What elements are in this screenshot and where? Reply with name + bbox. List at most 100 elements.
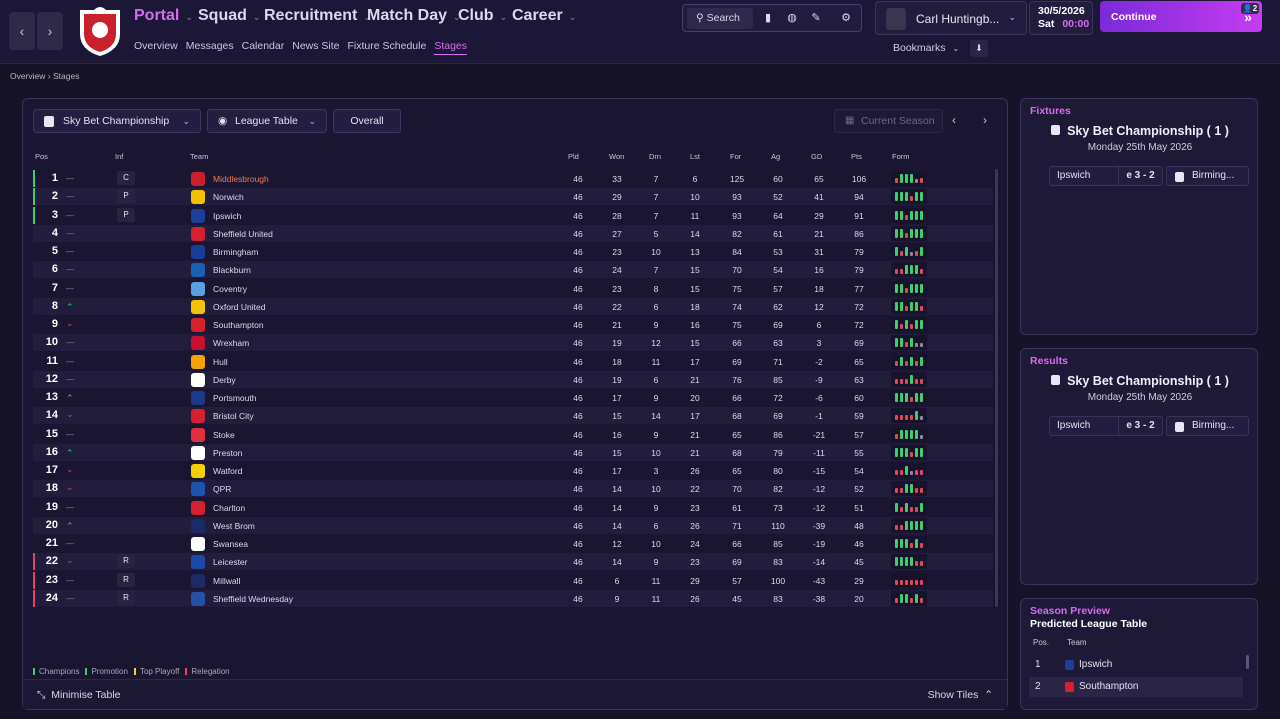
table-row[interactable]: 11 — Hull 46 18 11 17 69 71 -2 65 — [33, 353, 993, 370]
subnav-stages[interactable]: Stages — [434, 40, 468, 55]
preview-scrollbar[interactable] — [1246, 655, 1249, 669]
preview-row[interactable]: 2 Southampton — [1029, 677, 1243, 697]
nav-club[interactable]: Club ⌄ — [458, 7, 507, 25]
table-row[interactable]: 24 — R Sheffield Wednesday 46 9 11 26 45 83 -38 20 — [33, 589, 993, 607]
nav-recruitment[interactable]: Recruitment ⌄ — [264, 7, 371, 25]
minimise-table-button[interactable]: ⤡ Minimise Table — [37, 689, 121, 702]
table-row[interactable]: 4 — Sheffield United 46 27 5 14 82 61 21 86 — [33, 224, 993, 242]
scope-button[interactable]: Overall — [333, 109, 401, 133]
table-row[interactable]: 22 ⌄ R Leicester 46 14 9 23 69 83 -14 45 — [33, 553, 993, 571]
subnav-calendar[interactable]: Calendar — [242, 40, 285, 52]
team-name[interactable]: Derby — [213, 375, 236, 385]
game-date[interactable]: 30/5/2026 Sat 00:00 — [1029, 1, 1093, 35]
team-name[interactable]: Blackburn — [213, 265, 251, 275]
col-ag[interactable]: Ag — [771, 152, 780, 161]
search-button[interactable]: ⚲ Search — [687, 8, 753, 29]
col-pld[interactable]: Pld — [568, 152, 579, 161]
breadcrumb-overview[interactable]: Overview — [10, 71, 45, 81]
col-won[interactable]: Won — [609, 152, 624, 161]
subnav-news-site[interactable]: News Site — [292, 40, 339, 52]
team-name[interactable]: Hull — [213, 357, 228, 367]
download-icon[interactable]: ⬇ — [970, 40, 988, 57]
team-name[interactable]: Leicester — [213, 557, 248, 567]
gear-icon[interactable]: ⚙ — [835, 8, 857, 29]
col-lst[interactable]: Lst — [690, 152, 700, 161]
team-name[interactable]: Coventry — [213, 284, 247, 294]
team-name[interactable]: Bristol City — [213, 411, 254, 421]
fixtures-away-team[interactable]: Birming... — [1166, 166, 1249, 186]
table-row[interactable]: 23 — R Millwall 46 6 11 29 57 100 -43 29 — [33, 571, 993, 589]
subnav-messages[interactable]: Messages — [186, 40, 234, 52]
nav-match-day[interactable]: Match Day ⌄ — [367, 7, 461, 25]
bookmark-icon[interactable]: ▮ — [757, 8, 779, 29]
col-form[interactable]: Form — [892, 152, 910, 161]
table-row[interactable]: 1 — C Middlesbrough 46 33 7 6 125 60 65 106 — [33, 170, 993, 187]
view-select[interactable]: ◉ League Table ⌄ — [207, 109, 327, 133]
col-for[interactable]: For — [730, 152, 741, 161]
team-name[interactable]: Millwall — [213, 576, 240, 586]
team-name[interactable]: West Brom — [213, 521, 255, 531]
season-preview-tile[interactable]: Season Preview Predicted League Table Po… — [1020, 598, 1258, 710]
table-row[interactable]: 6 — Blackburn 46 24 7 15 70 54 16 79 — [33, 261, 993, 279]
table-row[interactable]: 7 — Coventry 46 23 8 15 75 57 18 77 — [33, 280, 993, 297]
continue-button[interactable]: Continue 👤2 » — [1100, 1, 1262, 32]
table-row[interactable]: 13 ⌃ Portsmouth 46 17 9 20 66 72 -6 60 — [33, 389, 993, 406]
competition-select[interactable]: Sky Bet Championship ⌄ — [33, 109, 201, 133]
table-row[interactable]: 15 — Stoke 46 16 9 21 65 86 -21 57 — [33, 426, 993, 443]
pen-icon[interactable]: ✎ — [805, 8, 827, 29]
table-row[interactable]: 8 ⌃ Oxford United 46 22 6 18 74 62 12 72 — [33, 297, 993, 315]
table-row[interactable]: 20 ⌃ West Brom 46 14 6 26 71 110 -39 48 — [33, 516, 993, 534]
fixtures-score[interactable]: e 3 - 2 — [1118, 166, 1163, 186]
team-name[interactable]: Southampton — [213, 320, 264, 330]
col-team[interactable]: Team — [190, 152, 208, 161]
team-name[interactable]: Wrexham — [213, 338, 249, 348]
preview-row[interactable]: 1 Ipswich — [1029, 655, 1243, 675]
team-name[interactable]: Birmingham — [213, 247, 258, 257]
team-name[interactable]: Watford — [213, 466, 242, 476]
table-row[interactable]: 12 — Derby 46 19 6 21 76 85 -9 63 — [33, 370, 993, 388]
table-row[interactable]: 9 ⌄ Southampton 46 21 9 16 75 69 6 72 — [33, 316, 993, 333]
col-pos[interactable]: Pos — [35, 152, 48, 161]
prev-season-button[interactable]: ‹ — [952, 113, 956, 127]
back-button[interactable]: ‹ — [9, 12, 35, 50]
bulb-icon[interactable]: ◍ — [781, 8, 803, 29]
results-away-team[interactable]: Birming... — [1166, 416, 1249, 436]
table-scrollbar[interactable] — [995, 169, 998, 607]
table-row[interactable]: 5 — Birmingham 46 23 10 13 84 53 31 79 — [33, 243, 993, 260]
nav-career[interactable]: Career ⌄ — [512, 7, 576, 25]
table-row[interactable]: 18 ⌄ QPR 46 14 10 22 70 82 -12 52 — [33, 480, 993, 498]
team-name[interactable]: Sheffield United — [213, 229, 273, 239]
fixtures-tile[interactable]: Fixtures Sky Bet Championship ( 1 ) Mond… — [1020, 98, 1258, 335]
results-score[interactable]: e 3 - 2 — [1118, 416, 1163, 436]
col-gd[interactable]: GD — [811, 152, 822, 161]
team-name[interactable]: Oxford United — [213, 302, 265, 312]
team-name[interactable]: Ipswich — [213, 211, 241, 221]
col-drn[interactable]: Drn — [649, 152, 661, 161]
nav-portal[interactable]: Portal ⌄ — [134, 7, 193, 25]
table-row[interactable]: 14 ⌄ Bristol City 46 15 14 17 68 69 -1 59 — [33, 407, 993, 425]
col-pts[interactable]: Pts — [851, 152, 862, 161]
table-row[interactable]: 2 — P Norwich 46 29 7 10 93 52 41 94 — [33, 188, 993, 206]
club-crest-icon[interactable] — [76, 4, 124, 58]
subnav-overview[interactable]: Overview — [134, 40, 178, 52]
table-row[interactable]: 21 — Swansea 46 12 10 24 66 85 -19 46 — [33, 535, 993, 552]
team-name[interactable]: QPR — [213, 484, 231, 494]
manager-profile[interactable]: Carl Huntingb... ⌄ — [875, 1, 1027, 35]
nav-squad[interactable]: Squad ⌄ — [198, 7, 260, 25]
results-tile[interactable]: Results Sky Bet Championship ( 1 ) Monda… — [1020, 348, 1258, 585]
table-row[interactable]: 17 ⌄ Watford 46 17 3 26 65 80 -15 54 — [33, 462, 993, 479]
table-row[interactable]: 3 — P Ipswich 46 28 7 11 93 64 29 91 — [33, 206, 993, 224]
team-name[interactable]: Sheffield Wednesday — [213, 594, 293, 604]
bookmarks-menu[interactable]: Bookmarks ⌄ — [893, 42, 959, 54]
table-row[interactable]: 16 ⌃ Preston 46 15 10 21 68 79 -11 55 — [33, 443, 993, 461]
subnav-fixture-schedule[interactable]: Fixture Schedule — [348, 40, 427, 52]
team-name[interactable]: Norwich — [213, 192, 244, 202]
show-tiles-button[interactable]: Show Tiles ⌃ — [928, 689, 993, 701]
col-inf[interactable]: Inf — [115, 152, 123, 161]
team-name[interactable]: Charlton — [213, 503, 245, 513]
table-row[interactable]: 10 — Wrexham 46 19 12 15 66 63 3 69 — [33, 334, 993, 352]
team-name[interactable]: Stoke — [213, 430, 235, 440]
team-name[interactable]: Preston — [213, 448, 242, 458]
forward-button[interactable]: › — [37, 12, 63, 50]
season-select[interactable]: ▦ Current Season — [834, 109, 943, 133]
